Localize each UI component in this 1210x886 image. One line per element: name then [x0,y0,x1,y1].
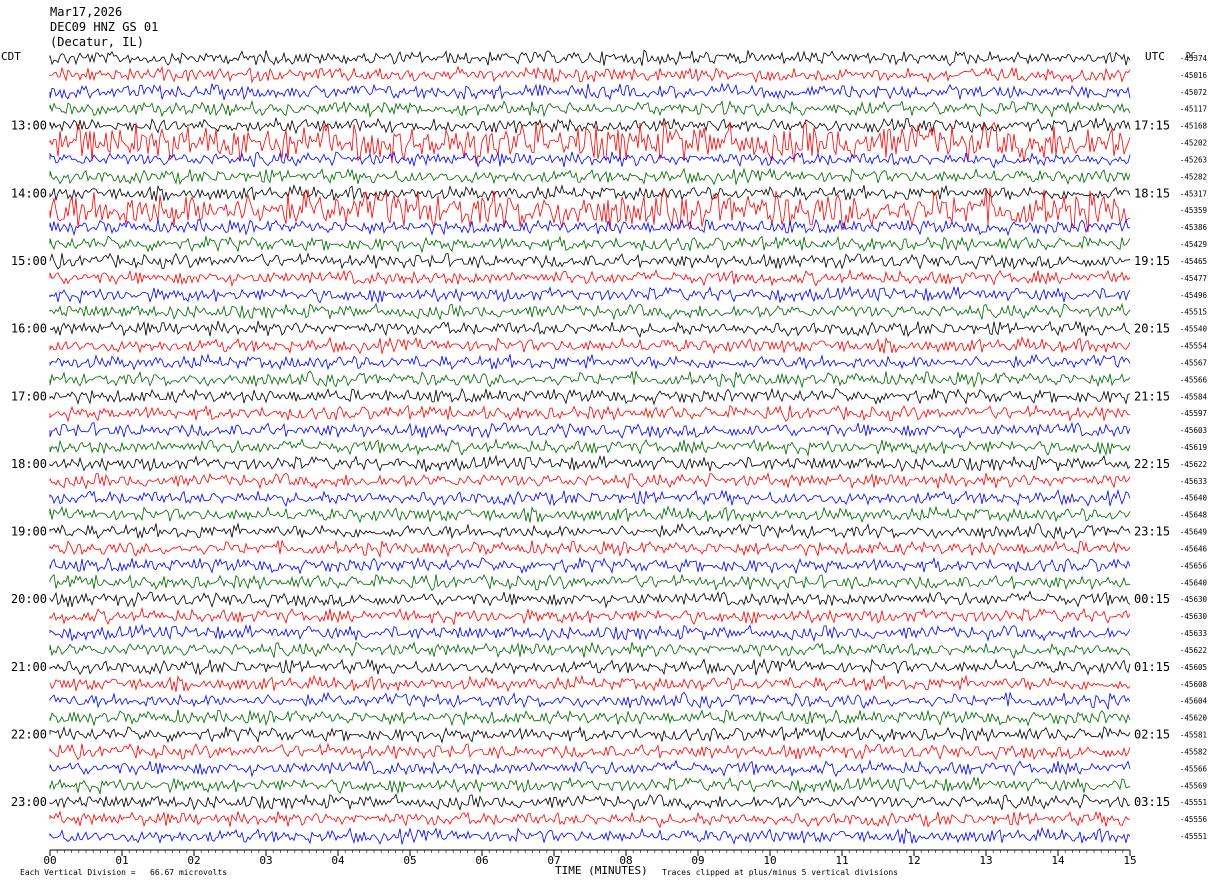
right-hour-label: 20:15 [1134,322,1170,336]
dc-offset-label: -45633 [1180,629,1207,638]
dc-offset-label: -45603 [1180,426,1207,435]
dc-offset-label: -45633 [1180,477,1207,486]
right-hour-labels: 17:15 18:15 19:15 20:15 21:15 22:15 23:15 00:15… [1134,119,1170,810]
right-timezone-label: UTC [1145,50,1165,63]
dc-offset-label: -45597 [1180,409,1207,418]
x-tick-label: 09 [691,854,704,867]
dc-offset-label: -45620 [1180,714,1208,723]
x-tick-label: 02 [187,854,200,867]
dc-offset-label: -45551 [1180,832,1207,841]
x-tick-label: 13 [979,854,992,867]
dc-offset-label: -45386 [1180,223,1208,232]
x-tick-label: 10 [763,854,776,867]
dc-offset-label: -45359 [1180,206,1207,215]
footer-scale-note: Each Vertical Division = 66.67 microvolt… [20,868,228,877]
x-tick-label: 12 [907,854,920,867]
dc-offset-label: -45072 [1180,88,1207,97]
dc-offset-label: -45569 [1180,781,1207,790]
dc-offset-label: -45465 [1180,257,1207,266]
dc-offset-label: -45640 [1180,494,1208,503]
right-hour-label: 02:15 [1134,728,1170,742]
dc-offset-label: -45496 [1180,291,1208,300]
left-hour-labels: 13:00 14:00 15:00 16:00 17:00 18:00 19:00 20:00… [11,119,47,810]
right-hour-label: 23:15 [1134,525,1170,539]
footer-clip-note: Traces clipped at plus/minus 5 vertical … [662,868,899,877]
location-label: (Decatur, IL) [50,35,144,49]
dc-offset-label: -45649 [1180,528,1207,537]
x-tick-label: 01 [115,854,128,867]
right-hour-label: 00:15 [1134,592,1170,606]
dc-offset-label: -45554 [1180,342,1208,351]
left-hour-label: 18:00 [11,457,47,471]
x-tick-label: 15 [1123,854,1136,867]
left-hour-label: 15:00 [11,254,47,268]
dc-offset-label: -45566 [1180,764,1208,773]
dc-offset-label: -45168 [1180,122,1208,131]
dc-offset-label: -45477 [1180,274,1207,283]
dc-offset-label: -45551 [1180,798,1207,807]
dc-offset-label: -45282 [1180,172,1207,181]
dc-offset-label: -45605 [1180,663,1207,672]
dc-offset-label: -45117 [1180,105,1207,114]
x-tick-label: 14 [1051,854,1065,867]
dc-offset-label: -45630 [1180,595,1208,604]
dc-offset-label: -45640 [1180,578,1208,587]
dc-offset-label: -45622 [1180,460,1207,469]
dc-offset-label: -45016 [1180,71,1208,80]
date-label: Mar17,2026 [50,5,123,19]
dc-offset-label: -45429 [1180,240,1207,249]
x-tick-label: 11 [835,854,848,867]
left-hour-label: 16:00 [11,322,47,336]
right-hour-label: 19:15 [1134,254,1170,268]
seismogram-plot: 00 01 02 03 04 05 06 07 08 09 10 11 12 13 14 15 13:0014… [11,49,1208,867]
dc-offset-label: -45604 [1180,697,1208,706]
left-hour-label: 20:00 [11,592,47,606]
left-hour-label: 13:00 [11,119,47,133]
dc-offset-label: -45584 [1180,392,1208,401]
left-hour-label: 19:00 [11,525,47,539]
x-tick-label: 03 [259,854,272,867]
dc-offset-label: -45540 [1180,325,1208,334]
dc-offset-label: -45515 [1180,308,1207,317]
dc-offset-labels: -45374-45016-45072-45117-45168-45202-452… [1180,54,1208,841]
dc-offset-label: -45622 [1180,646,1207,655]
dc-offset-label: -45646 [1180,544,1208,553]
dc-offset-label: -45648 [1180,511,1208,520]
right-hour-label: 18:15 [1134,186,1170,200]
left-hour-label: 22:00 [11,728,47,742]
dc-offset-label: -45317 [1180,189,1207,198]
right-hour-label: 17:15 [1134,119,1170,133]
dc-offset-label: -45630 [1180,612,1208,621]
dc-offset-label: -45581 [1180,731,1207,740]
right-hour-label: 03:15 [1134,795,1170,809]
dc-offset-label: -45556 [1180,815,1208,824]
dc-offset-label: -45202 [1180,139,1207,148]
dc-offset-label: -45566 [1180,375,1208,384]
left-hour-label: 23:00 [11,795,47,809]
left-hour-label: 14:00 [11,186,47,200]
station-label: DEC09 HNZ GS 01 [50,20,159,34]
left-hour-label: 17:00 [11,389,47,403]
dc-offset-label: -45619 [1180,443,1207,452]
x-tick-label: 04 [331,854,345,867]
right-hour-label: 01:15 [1134,660,1170,674]
right-hour-label: 22:15 [1134,457,1170,471]
dc-header-label: DC [1186,51,1196,60]
x-tick-label: 00 [43,854,56,867]
x-tick-label: 06 [475,854,488,867]
dc-offset-label: -45263 [1180,155,1207,164]
dc-offset-label: -45582 [1180,747,1207,756]
dc-offset-label: -45567 [1180,358,1207,367]
plot-area [50,50,1130,850]
left-timezone-label: CDT [1,50,21,63]
dc-offset-label: -45656 [1180,561,1208,570]
right-hour-label: 21:15 [1134,389,1170,403]
dc-offset-label: -45608 [1180,680,1208,689]
x-axis-title: TIME (MINUTES) [555,864,648,877]
x-tick-label: 05 [403,854,416,867]
left-hour-label: 21:00 [11,660,47,674]
